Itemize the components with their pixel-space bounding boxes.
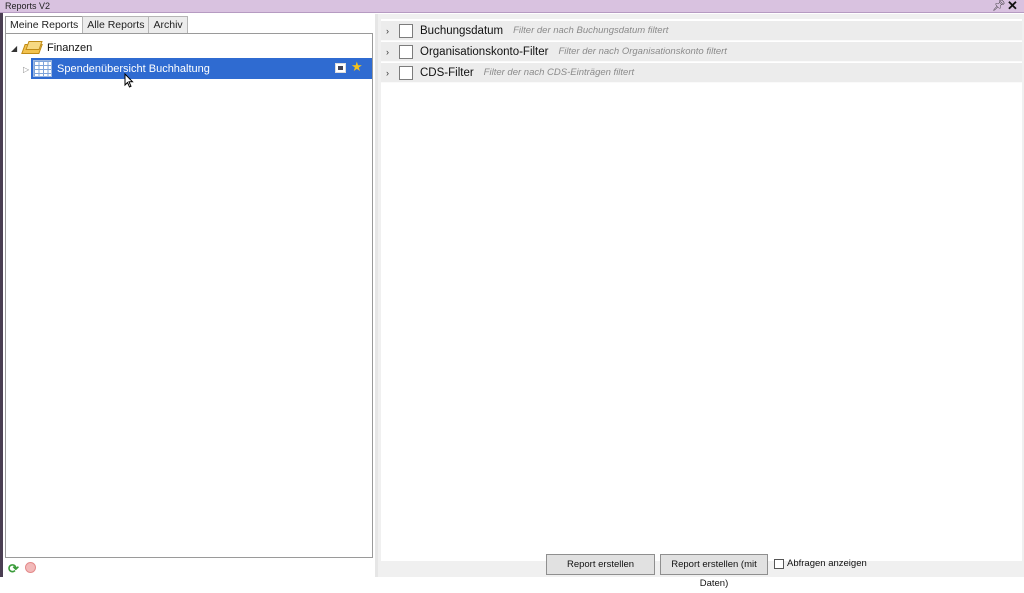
window-title: Reports V2: [5, 1, 51, 11]
show-queries-label: Abfragen anzeigen: [787, 558, 867, 569]
window-frame: [0, 13, 3, 577]
report-type-icon: [335, 63, 346, 73]
filter-name: Organisationskonto-Filter: [420, 45, 549, 58]
table-icon: [33, 60, 52, 77]
report-tree: ◢ Finanzen ▷: [5, 33, 373, 558]
filter-description: Filter der nach CDS-Einträgen filtert: [483, 67, 635, 78]
filter-checkbox[interactable]: [399, 44, 413, 59]
favorite-star-icon[interactable]: ★: [351, 59, 363, 75]
filter-checkbox[interactable]: [399, 65, 413, 80]
tree-toolbar: ⟳: [5, 559, 373, 577]
expand-arrow-icon[interactable]: ›: [381, 68, 399, 78]
filter-row-organisationskonto[interactable]: › Organisationskonto-Filter Filter der n…: [381, 42, 1022, 62]
tab-meine-reports[interactable]: Meine Reports: [5, 16, 84, 34]
close-icon[interactable]: ✕: [1007, 0, 1018, 14]
filter-name: CDS-Filter: [420, 66, 474, 79]
refresh-icon[interactable]: ⟳: [8, 561, 19, 577]
expand-arrow-icon[interactable]: ›: [381, 47, 399, 57]
filter-checkbox[interactable]: [399, 23, 413, 38]
filter-description: Filter der nach Buchungsdatum filtert: [513, 25, 669, 36]
filter-row-cds[interactable]: › CDS-Filter Filter der nach CDS-Einträg…: [381, 63, 1022, 83]
filter-panel: › Buchungsdatum Filter der nach Buchungs…: [378, 14, 1024, 577]
filter-row-buchungsdatum[interactable]: › Buchungsdatum Filter der nach Buchungs…: [381, 21, 1022, 41]
show-queries-toggle[interactable]: Abfragen anzeigen: [774, 558, 867, 569]
tab-archiv[interactable]: Archiv: [148, 16, 188, 33]
tab-alle-reports[interactable]: Alle Reports: [82, 16, 150, 33]
filter-list: › Buchungsdatum Filter der nach Buchungs…: [381, 19, 1022, 561]
delete-icon[interactable]: [25, 562, 36, 573]
pin-icon[interactable]: 📌︎: [992, 0, 1006, 12]
create-report-button[interactable]: Report erstellen: [546, 554, 655, 575]
folder-icon: [21, 41, 43, 55]
report-tabs: Meine Reports Alle Reports Archiv: [5, 16, 188, 34]
filter-name: Buchungsdatum: [420, 24, 504, 37]
create-report-with-data-button[interactable]: Report erstellen (mit Daten): [660, 554, 768, 589]
tree-item-spendenuebersicht[interactable]: Spendenübersicht Buchhaltung ★: [31, 58, 372, 79]
mouse-cursor-icon: [124, 72, 134, 91]
expand-arrow-icon[interactable]: ›: [381, 26, 399, 36]
collapse-arrow-icon[interactable]: ◢: [11, 44, 21, 53]
filter-description: Filter der nach Organisationskonto filte…: [558, 46, 727, 57]
show-queries-checkbox[interactable]: [774, 558, 784, 569]
window-titlebar: Reports V2 📌︎ ✕: [0, 0, 1024, 13]
tree-item-finanzen[interactable]: ◢ Finanzen: [11, 40, 92, 56]
tree-item-label: Finanzen: [47, 42, 93, 54]
